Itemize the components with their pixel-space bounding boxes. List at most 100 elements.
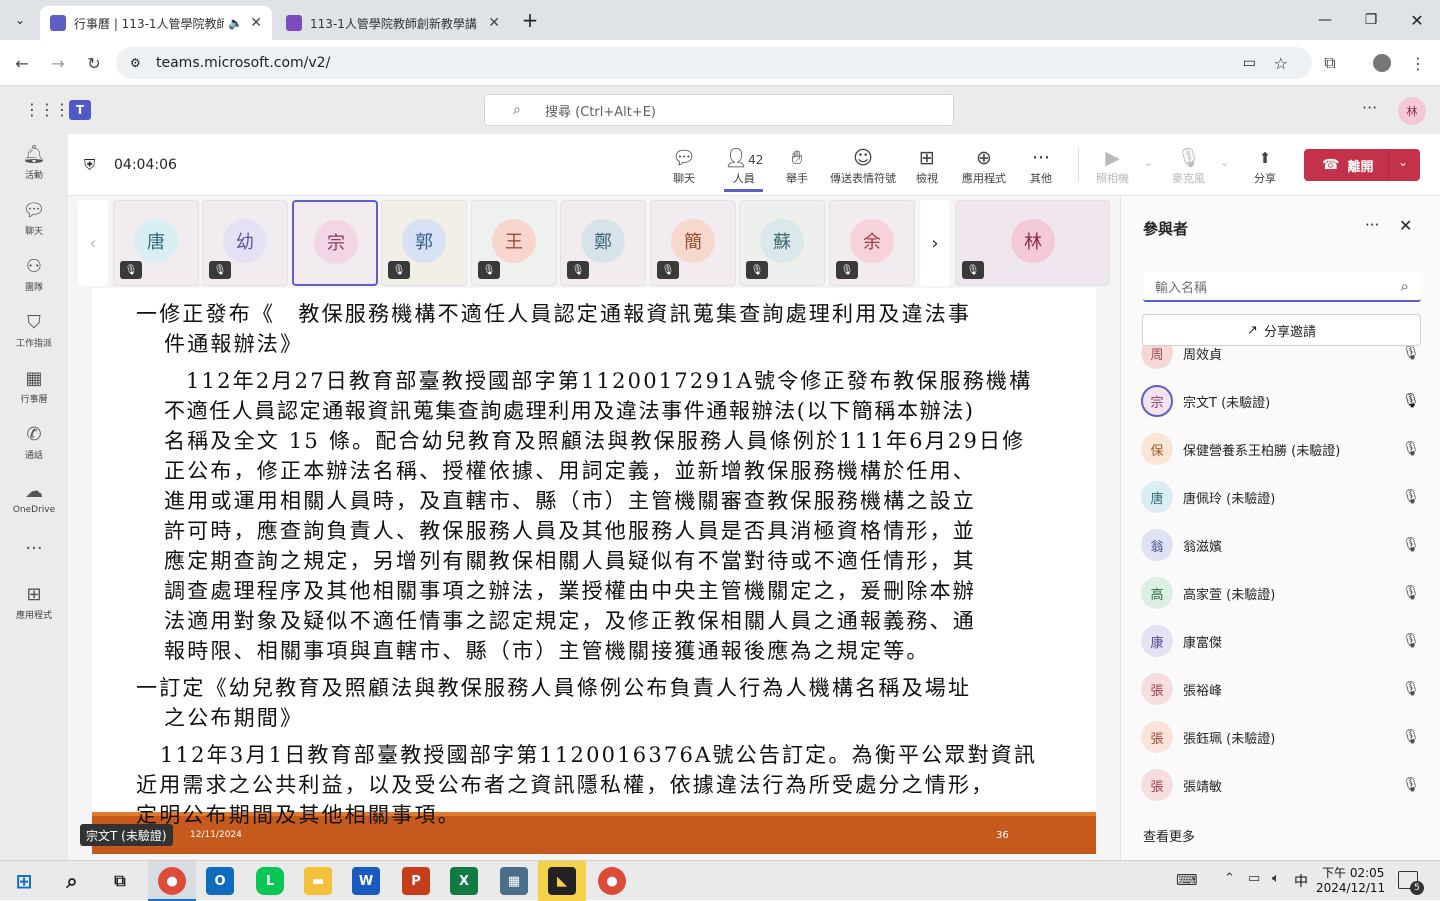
participant-row[interactable]: 張張鈺珮 (未驗證) 🎙︎ [1141, 713, 1421, 761]
powerpoint-icon[interactable]: P [402, 867, 430, 895]
slide-text-line: 報時限、相關事項與直轄市、縣（市）主管機關接獲通報後應為之規定等。 [164, 639, 930, 663]
line-icon[interactable]: L [256, 867, 284, 895]
tray-expand-icon[interactable]: ⌃ [1224, 871, 1235, 886]
word-icon[interactable]: W [352, 867, 380, 895]
file-explorer-icon[interactable]: ▬ [304, 867, 332, 895]
network-icon[interactable]: ▭ [1248, 871, 1260, 886]
camera-options-chevron-icon[interactable]: ⌄ [1144, 156, 1153, 169]
gallery-next-icon[interactable]: › [920, 200, 950, 286]
share-button[interactable]: ⬆ 分享 [1254, 146, 1276, 186]
rail-more-apps[interactable]: ··· [0, 526, 68, 574]
participant-row[interactable]: 唐唐佩玲 (未驗證) 🎙︎ [1141, 473, 1421, 521]
avatar[interactable]: 林 [1398, 97, 1426, 125]
rail-item-teams[interactable]: ⚇ 團隊 [0, 246, 68, 302]
mic-options-chevron-icon[interactable]: ⌄ [1220, 156, 1229, 169]
clock-time[interactable]: 下午 02:05 [1322, 864, 1384, 881]
rail-item-calendar[interactable]: ▦ 行事曆 [0, 358, 68, 414]
participant-row[interactable]: 康康富傑 🎙︎ [1141, 617, 1421, 665]
back-icon[interactable]: ← [10, 51, 34, 75]
extensions-icon[interactable]: ⧉ [1318, 51, 1342, 75]
mic-muted-icon: 🎙︎ [209, 261, 231, 279]
close-tab-icon[interactable]: ✕ [488, 15, 500, 31]
clock-date[interactable]: 2024/12/11 [1316, 881, 1385, 895]
task-view-icon[interactable]: ⧉ [106, 867, 134, 895]
mic-button[interactable]: 🎙︎ 麥克風 [1172, 146, 1205, 186]
speaker-icon: 🔈 [228, 16, 243, 30]
browser-tab-calendar[interactable]: 行事曆 | 113-1人管學院教師 🔈 ✕ [40, 6, 272, 40]
rail-item-calls[interactable]: ✆ 通話 [0, 414, 68, 470]
leave-button[interactable]: ☎︎ 離開 ⌄ [1304, 149, 1420, 181]
url-input[interactable]: ⚙ teams.microsoft.com/v2/ ▭ ☆ [116, 47, 1312, 79]
participant-row[interactable]: 保保健營養系王柏勝 (未驗證) 🎙︎ [1141, 425, 1421, 473]
share-invite-button[interactable]: ↗ 分享邀請 [1142, 314, 1421, 346]
raise-hand-button[interactable]: ✋︎ 舉手 [786, 146, 808, 186]
site-settings-icon[interactable]: ⚙ [130, 56, 141, 70]
participant-row[interactable]: 周周效貞 🎙︎ [1141, 346, 1421, 377]
chrome-profile-icon[interactable]: ● [598, 867, 626, 895]
chrome-icon[interactable]: ● [158, 867, 186, 895]
camera-button[interactable]: ▶︎ 照相機 [1096, 146, 1129, 186]
apps-button[interactable]: ⊕ 應用程式 [962, 146, 1006, 186]
browser-tab-forms[interactable]: 113-1人管學院教師創新教學講 ✕ [276, 6, 510, 40]
participant-row[interactable]: 高高家萱 (未驗證) 🎙︎ [1141, 569, 1421, 617]
rail-item-onedrive[interactable]: ☁ OneDrive [0, 470, 68, 526]
see-more-link[interactable]: 查看更多 [1143, 826, 1195, 845]
minimize-icon[interactable]: — [1302, 0, 1348, 40]
profile-icon[interactable] [1370, 51, 1394, 75]
restore-icon[interactable]: ❐ [1348, 0, 1394, 40]
app-launcher-icon[interactable]: ⋮⋮⋮ [24, 100, 70, 120]
participant-row[interactable]: 宗宗文T (未驗證) 🎙︎ [1141, 377, 1421, 425]
participant-tile[interactable]: 余 🎙︎ [829, 200, 915, 286]
rail-item-assignments[interactable]: ⛉ 工作指派 [0, 302, 68, 358]
install-app-icon[interactable]: ▭ [1243, 55, 1256, 71]
participant-tile-speaking[interactable]: 宗 [292, 200, 378, 286]
participant-row[interactable]: 翁翁滋嬪 🎙︎ [1141, 521, 1421, 569]
rail-item-chat[interactable]: 💬︎ 聊天 [0, 190, 68, 246]
participant-tile[interactable]: 唐 🎙︎ [113, 200, 199, 286]
participant-tile[interactable]: 郭 🎙︎ [381, 200, 467, 286]
new-tab-icon[interactable]: + [508, 0, 552, 40]
chat-button[interactable]: 💬︎ 聊天 [672, 146, 696, 186]
tab-search-icon[interactable]: ⌄ [0, 0, 40, 40]
excel-icon[interactable]: X [450, 867, 478, 895]
participant-tile[interactable]: 王 🎙︎ [471, 200, 557, 286]
calculator-icon[interactable]: ▦ [500, 867, 528, 895]
slide-text-line: 近用需求之公共利益，以及受公布者之資訊隱私權，依據違法行為所受處分之情形， [136, 773, 995, 797]
rail-item-apps[interactable]: ⊞ 應用程式 [0, 574, 68, 630]
forward-icon[interactable]: → [46, 51, 70, 75]
people-button[interactable]: 👤︎42 人員 [724, 146, 764, 192]
more-options-icon[interactable]: ··· [1362, 98, 1377, 117]
reactions-button[interactable]: ☺ 傳送表情符號 [830, 146, 896, 186]
participant-filter-input[interactable]: 輸入名稱 ⌕ [1143, 272, 1421, 302]
participant-row[interactable]: 張張裕峰 🎙︎ [1141, 665, 1421, 713]
participant-list: 周周效貞 🎙︎ 宗宗文T (未驗證) 🎙︎ 保保健營養系王柏勝 (未驗證) 🎙︎ 唐唐… [1121, 346, 1440, 826]
participant-row[interactable]: 張張靖敏 🎙︎ [1141, 761, 1421, 809]
gallery-prev-icon[interactable]: ‹ [78, 200, 108, 286]
participant-tile[interactable]: 鄭 🎙︎ [560, 200, 646, 286]
participant-tile[interactable]: 蘇 🎙︎ [739, 200, 825, 286]
self-video-tile[interactable]: 林 🎙︎ [955, 200, 1110, 286]
view-button[interactable]: ⊞ 檢視 [916, 146, 938, 186]
slide-text-line: 名稱及全文 15 條。配合幼兒教育及照顧法與教保服務人員條例於111年6月29日… [164, 429, 1026, 453]
sticky-notes-icon[interactable]: ◣ [548, 867, 576, 895]
windows-start-icon[interactable]: ⊞ [10, 867, 38, 895]
outlook-icon[interactable]: O [206, 867, 234, 895]
ime-indicator[interactable]: 中 [1294, 871, 1308, 891]
participant-tile[interactable]: 幼 🎙︎ [202, 200, 288, 286]
presenter-name-label: 宗文T (未驗證) [80, 824, 173, 846]
panel-more-icon[interactable]: ··· [1365, 216, 1379, 234]
close-tab-icon[interactable]: ✕ [250, 15, 262, 31]
bookmark-star-icon[interactable]: ☆ [1274, 54, 1288, 73]
keyboard-icon[interactable]: ⌨ [1176, 871, 1198, 889]
search-icon[interactable]: ⌕ [58, 867, 86, 895]
close-window-icon[interactable]: ✕ [1394, 0, 1440, 40]
more-button[interactable]: ··· 其他 [1030, 146, 1052, 186]
rail-item-activity[interactable]: 🔔︎ 活動 [0, 134, 68, 190]
browser-menu-icon[interactable]: ⋮ [1406, 51, 1430, 75]
reload-icon[interactable]: ↻ [82, 51, 106, 75]
participant-tile[interactable]: 簡 🎙︎ [650, 200, 736, 286]
leave-options-chevron-icon[interactable]: ⌄ [1398, 155, 1408, 169]
close-panel-icon[interactable]: ✕ [1399, 216, 1412, 235]
search-input[interactable]: ⌕ 搜尋 (Ctrl+Alt+E) [484, 94, 954, 126]
volume-icon[interactable]: 🔈︎ [1272, 871, 1280, 886]
